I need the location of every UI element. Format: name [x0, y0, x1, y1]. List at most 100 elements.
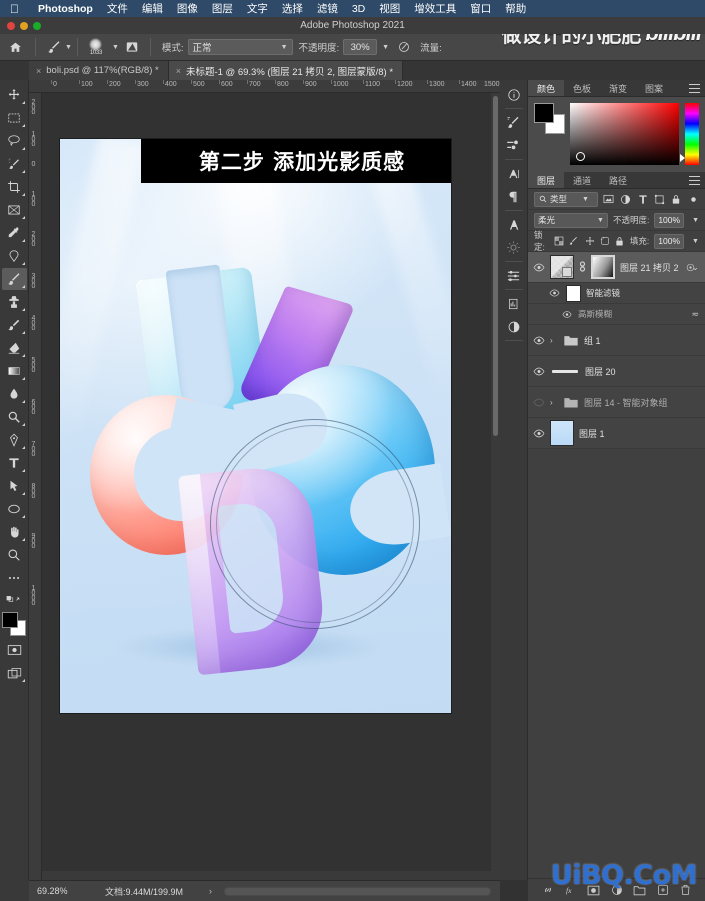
- menu-item-3d[interactable]: 3D: [345, 3, 372, 15]
- tab-layers[interactable]: 图层: [528, 172, 565, 188]
- opacity-input[interactable]: 30%: [343, 39, 378, 55]
- tab-channels[interactable]: 通道: [564, 172, 600, 188]
- crop-tool[interactable]: [2, 176, 27, 198]
- close-icon[interactable]: ×: [176, 66, 181, 76]
- hue-slider[interactable]: [680, 103, 699, 165]
- chevron-down-icon[interactable]: ▼: [692, 217, 699, 224]
- smart-filter-mask-thumbnail[interactable]: [566, 284, 581, 302]
- character-panel-button[interactable]: [502, 162, 526, 185]
- zoom-tool[interactable]: [2, 544, 27, 566]
- layer-visibility-toggle[interactable]: [532, 334, 545, 347]
- ellipse-tool[interactable]: [2, 498, 27, 520]
- foreground-color-swatch[interactable]: [2, 612, 18, 628]
- layer-row-layer-1[interactable]: 图层 1: [528, 418, 705, 449]
- tab-color[interactable]: 颜色: [528, 80, 565, 96]
- mask-link-icon[interactable]: [579, 258, 586, 276]
- gradient-tool[interactable]: [2, 360, 27, 382]
- properties-panel-button[interactable]: [502, 264, 526, 287]
- home-button[interactable]: [0, 34, 30, 61]
- menu-item-file[interactable]: 文件: [100, 1, 135, 16]
- layer-visibility-toggle[interactable]: [532, 365, 545, 378]
- frame-tool[interactable]: [2, 199, 27, 221]
- clone-stamp-tool[interactable]: [2, 291, 27, 313]
- menu-item-window[interactable]: 窗口: [463, 1, 498, 16]
- layer-visibility-toggle[interactable]: [532, 396, 545, 409]
- quick-mask-button[interactable]: [2, 639, 27, 661]
- lock-position-button[interactable]: [584, 235, 594, 248]
- delete-layer-button[interactable]: [679, 883, 693, 897]
- brush-presets-panel-button[interactable]: [502, 134, 526, 157]
- smart-filters-row[interactable]: 智能滤镜: [528, 283, 705, 304]
- fill-input[interactable]: 100%: [654, 233, 685, 249]
- color-lookup-panel-button[interactable]: [502, 315, 526, 338]
- filter-row-gaussian-blur[interactable]: 高斯模糊 ≂: [528, 304, 705, 325]
- layer-style-button[interactable]: fx: [564, 883, 578, 897]
- adjustments-panel-button[interactable]: [502, 236, 526, 259]
- menu-item-photoshop[interactable]: Photoshop: [31, 3, 100, 15]
- menu-item-image[interactable]: 图像: [170, 1, 205, 16]
- layer-thumbnail[interactable]: [550, 369, 580, 373]
- histogram-panel-button[interactable]: [502, 292, 526, 315]
- canvas-horizontal-scrollbar[interactable]: [42, 871, 500, 880]
- dodge-tool[interactable]: [2, 406, 27, 428]
- type-filter-button[interactable]: [637, 193, 649, 206]
- lock-artboard-button[interactable]: [600, 235, 610, 248]
- brush-tool[interactable]: [1, 268, 27, 290]
- group-expander-icon[interactable]: ›: [550, 398, 557, 407]
- canvas-vertical-scrollbar[interactable]: [491, 93, 500, 880]
- menu-item-view[interactable]: 视图: [372, 1, 407, 16]
- menu-item-filter[interactable]: 滤镜: [310, 1, 345, 16]
- screen-mode-button[interactable]: [2, 662, 27, 684]
- filter-options-icon[interactable]: ≂: [691, 309, 699, 320]
- zoom-level[interactable]: 69.28%: [29, 886, 95, 896]
- layer-filter-toggle[interactable]: [687, 193, 699, 206]
- brush-preset-picker[interactable]: 1033 ▼: [83, 34, 119, 61]
- lock-transparent-pixels-button[interactable]: [554, 235, 564, 248]
- edit-toolbar-button[interactable]: [2, 567, 27, 589]
- shape-filter-button[interactable]: [653, 193, 665, 206]
- glyphs-panel-button[interactable]: [502, 213, 526, 236]
- menu-item-plugins[interactable]: 增效工具: [407, 1, 463, 16]
- apple-icon[interactable]: : [10, 3, 31, 15]
- layer-row-group-1[interactable]: › 组 1: [528, 325, 705, 356]
- layer-blend-mode-select[interactable]: 柔光 ▼: [534, 212, 608, 228]
- layer-thumbnail[interactable]: [550, 255, 574, 279]
- layer-mask-thumbnail[interactable]: [591, 255, 615, 279]
- history-brush-tool[interactable]: [2, 314, 27, 336]
- menu-item-layer[interactable]: 图层: [205, 1, 240, 16]
- chevron-down-icon[interactable]: ▼: [382, 44, 389, 51]
- new-layer-button[interactable]: [656, 883, 670, 897]
- lock-image-pixels-button[interactable]: [569, 235, 579, 248]
- tab-patterns[interactable]: 图案: [636, 80, 672, 96]
- document-tab-untitled[interactable]: × 未标题-1 @ 69.3% (图层 21 拷贝 2, 图层蒙版/8) *: [168, 61, 404, 80]
- panel-menu-icon[interactable]: [689, 84, 700, 93]
- tab-gradients[interactable]: 渐变: [600, 80, 636, 96]
- layer-visibility-toggle[interactable]: [532, 427, 545, 440]
- hand-tool[interactable]: [2, 521, 27, 543]
- status-expand-icon[interactable]: ›: [183, 886, 212, 896]
- brush-settings-panel-button[interactable]: [502, 111, 526, 134]
- path-selection-tool[interactable]: [2, 475, 27, 497]
- layer-thumbnail[interactable]: [550, 420, 574, 446]
- layer-visibility-toggle[interactable]: [532, 261, 545, 274]
- tool-preset-picker[interactable]: ▼: [41, 34, 72, 61]
- smart-object-filter-button[interactable]: [670, 193, 682, 206]
- new-group-button[interactable]: [633, 883, 647, 897]
- group-expander-icon[interactable]: ›: [550, 336, 557, 345]
- color-panel-swatches[interactable]: [534, 103, 565, 134]
- document-tab-boli[interactable]: × boli.psd @ 117%(RGB/8) *: [29, 61, 169, 80]
- menu-item-help[interactable]: 帮助: [498, 1, 533, 16]
- horizontal-ruler[interactable]: 0 100 200 300 400 500 600 700 800 900 10…: [29, 80, 500, 93]
- expand-filters-icon[interactable]: ⌄: [691, 262, 699, 273]
- type-tool[interactable]: [2, 452, 27, 474]
- pressure-opacity-button[interactable]: [394, 34, 414, 61]
- menu-item-edit[interactable]: 编辑: [135, 1, 170, 16]
- close-icon[interactable]: ×: [36, 66, 41, 76]
- layer-row-smart-object[interactable]: 图层 21 拷贝 2 ⌄: [528, 252, 705, 283]
- tab-swatches[interactable]: 色板: [564, 80, 600, 96]
- blend-mode-select[interactable]: 正常 ▼: [187, 39, 293, 55]
- chevron-down-icon[interactable]: ▼: [692, 238, 699, 245]
- panel-menu-icon[interactable]: [689, 176, 700, 185]
- artboard[interactable]: 第二步 添加光影质感: [60, 139, 451, 713]
- layer-row-layer-20[interactable]: 图层 20: [528, 356, 705, 387]
